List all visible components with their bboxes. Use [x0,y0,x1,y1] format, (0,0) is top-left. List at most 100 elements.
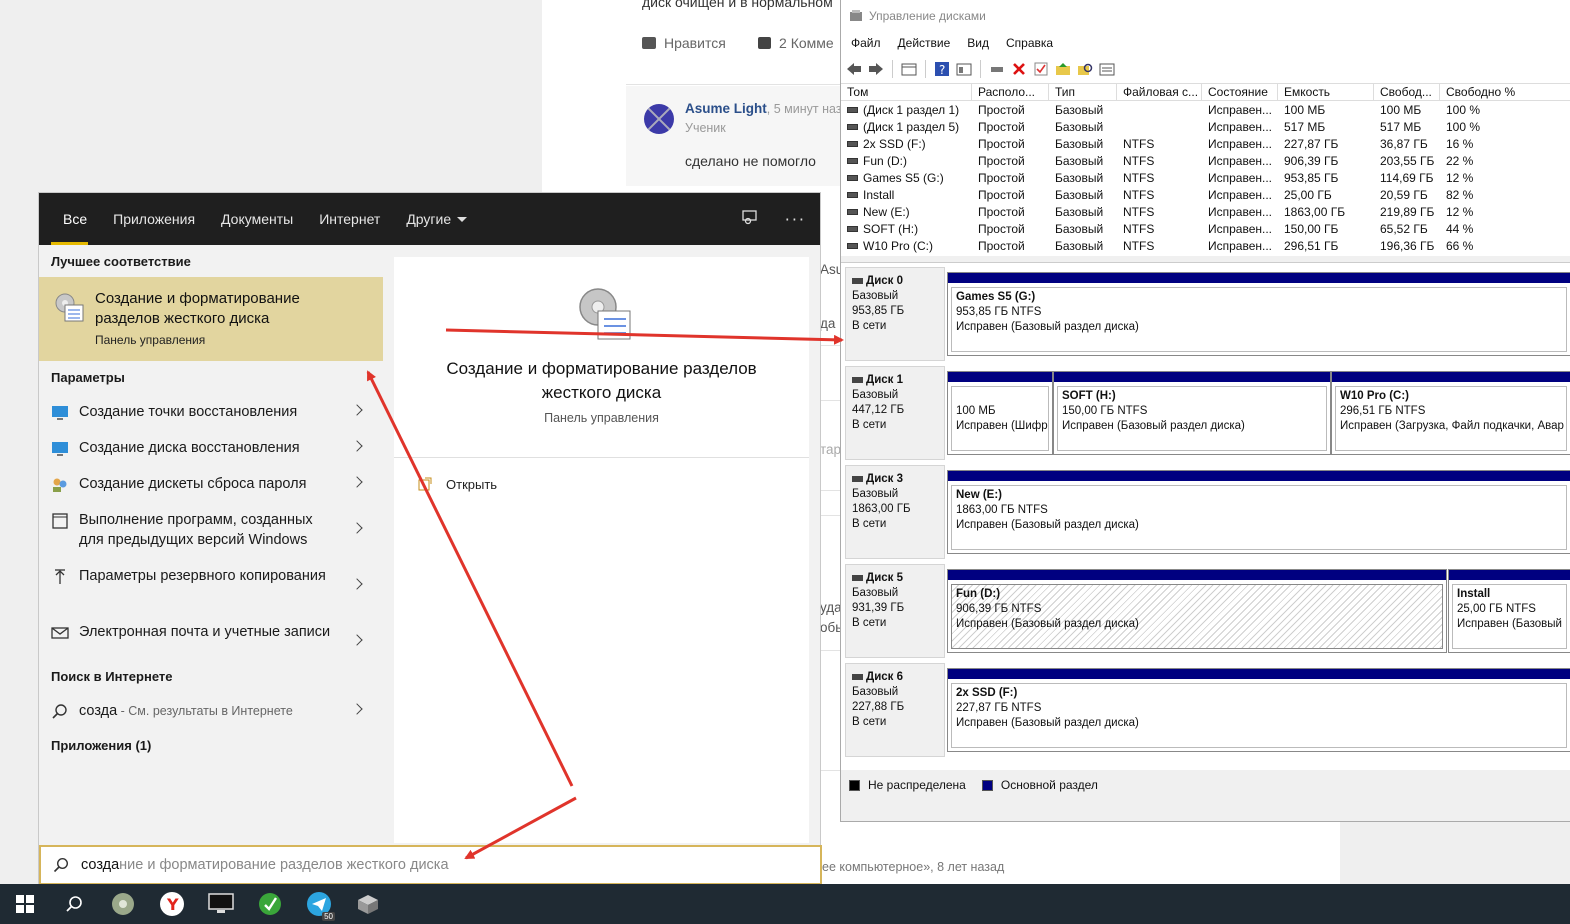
column-header[interactable]: Емкость [1278,84,1374,101]
settings-list-icon[interactable] [1098,60,1116,78]
column-header[interactable]: Файловая с... [1117,84,1202,101]
connect-icon[interactable] [988,60,1006,78]
list-view-icon[interactable] [900,60,918,78]
column-header[interactable]: Располо... [972,84,1049,101]
taskbar-app-disk[interactable] [98,884,147,924]
tab-all[interactable]: Все [39,193,100,245]
disk-label[interactable]: Диск 0 Базовый 953,85 ГБ В сети [845,267,945,361]
disk-row: Диск 1 Базовый 447,12 ГБ В сети 100 МБ Испр… [845,366,1570,460]
table-row[interactable]: 2x SSD (F:) Простой Базовый NTFS Исправен...… [841,136,1570,153]
users-icon [53,478,67,492]
table-row[interactable]: Fun (D:) Простой Базовый NTFS Исправен... 906… [841,153,1570,170]
partition[interactable]: 100 МБ Исправен (Шифр [947,371,1053,455]
table-cell: 16 % [1446,137,1474,151]
comment-text: сделано не помогло [685,153,816,169]
column-header[interactable]: Свободно % [1440,84,1570,101]
partition[interactable]: SOFT (H:) 150,00 ГБ NTFS Исправен (Базовый… [1053,371,1331,455]
settings-item[interactable]: Параметры резервного копирования [39,566,383,606]
legend-swatch [981,779,993,791]
back-icon[interactable] [845,60,863,78]
properties-icon[interactable] [955,60,973,78]
table-row[interactable]: New (E:) Простой Базовый NTFS Исправен... 186… [841,204,1570,221]
open-action[interactable]: Открыть [446,477,497,492]
table-cell: Простой [978,239,1025,253]
check-icon[interactable] [1032,60,1050,78]
search-input[interactable]: создание и форматирование разделов жестк… [81,857,449,873]
apps-heading: Приложения (1) [51,738,152,753]
best-match-title: Создание и форматирование разделов жестк… [95,290,300,327]
column-header[interactable]: Состояние [1202,84,1278,101]
disk-label[interactable]: Диск 6 Базовый 227,88 ГБ В сети [845,663,945,757]
partition[interactable]: 2x SSD (F:) 227,87 ГБ NTFS Исправен (Базов… [947,668,1570,752]
results-list: Лучшее соответствие Создание и форматиро… [39,245,383,845]
feedback-icon[interactable] [741,208,759,230]
more-options-icon[interactable]: ··· [785,210,806,229]
delete-icon[interactable] [1010,60,1028,78]
column-header[interactable]: Свобод... [1374,84,1440,101]
partition[interactable]: Games S5 (G:) 953,85 ГБ NTFS Исправен (Баз… [947,272,1570,356]
table-row[interactable]: W10 Pro (C:) Простой Базовый NTFS Исправен..… [841,238,1570,255]
preview-title: Создание и форматирование разделов жестк… [446,359,757,402]
settings-item[interactable]: Выполнение программ, созданных для преды… [39,510,383,550]
table-row[interactable]: SOFT (H:) Простой Базовый NTFS Исправен... 15… [841,221,1570,238]
disk-row: Диск 5 Базовый 931,39 ГБ В сети Fun (D:) 90… [845,564,1570,658]
avatar[interactable] [644,104,674,134]
taskbar-app-yandex[interactable]: Y [147,884,196,924]
column-header[interactable]: Тип [1049,84,1117,101]
help-icon[interactable]: ? [933,60,951,78]
table-cell: 953,85 ГБ [1284,171,1339,185]
settings-item[interactable]: Создание дискеты сброса пароля [39,474,383,496]
taskbar-search-button[interactable] [49,884,98,924]
tab-other[interactable]: Другие [393,193,480,245]
settings-item[interactable]: Создание точки восстановления [39,402,383,424]
svg-text:Y: Y [166,895,179,914]
menu-help[interactable]: Справка [1006,36,1053,50]
partition[interactable]: Install 25,00 ГБ NTFS Исправен (Базовый [1448,569,1570,653]
taskbar-app-utorrent[interactable] [245,884,294,924]
chevron-right-icon [351,634,363,646]
taskbar-app-telegram[interactable]: 50 [294,884,343,924]
window-titlebar[interactable]: Управление дисками [841,0,1570,32]
table-row[interactable]: (Диск 1 раздел 1) Простой Базовый Исправен.… [841,102,1570,119]
partition-selected[interactable]: Fun (D:) 906,39 ГБ NTFS Исправен (Базовый … [947,569,1447,653]
taskbar-app-remote-desktop[interactable] [196,884,245,924]
taskbar-app-archive[interactable] [343,884,392,924]
folder-up-icon[interactable] [1054,60,1072,78]
toolbar: ? [841,54,1570,84]
table-row[interactable]: (Диск 1 раздел 5) Простой Базовый Исправен.… [841,119,1570,136]
web-search-item[interactable]: созда - См. результаты в Интернете [39,701,383,723]
disk-label[interactable]: Диск 3 Базовый 1863,00 ГБ В сети [845,465,945,559]
monitor-icon [207,893,234,913]
partition[interactable]: New (E:) 1863,00 ГБ NTFS Исправен (Базовый… [947,470,1570,554]
menu-file[interactable]: Файл [851,36,881,50]
find-icon[interactable] [1076,60,1094,78]
partition[interactable]: W10 Pro (C:) 296,51 ГБ NTFS Исправен (Загр… [1331,371,1570,455]
forward-icon[interactable] [867,60,885,78]
chevron-right-icon [351,440,363,452]
table-row[interactable]: Games S5 (G:) Простой Базовый NTFS Исправен.… [841,170,1570,187]
disk-label[interactable]: Диск 1 Базовый 447,12 ГБ В сети [845,366,945,460]
column-header[interactable]: Том [841,84,972,101]
best-match-item[interactable]: Создание и форматирование разделов жестк… [39,277,383,361]
disk-label[interactable]: Диск 5 Базовый 931,39 ГБ В сети [845,564,945,658]
table-cell: Простой [978,205,1025,219]
tab-internet[interactable]: Интернет [306,193,393,245]
settings-item[interactable]: Создание диска восстановления [39,438,383,460]
menu-action[interactable]: Действие [898,36,951,50]
menu-view[interactable]: Вид [967,36,989,50]
tab-apps[interactable]: Приложения [100,193,208,245]
window-title: Управление дисками [869,9,986,23]
table-cell: Fun (D:) [863,154,908,168]
comment-author[interactable]: Asume Light, 5 минут наз [685,101,842,116]
comments-button[interactable]: 2 Комме [758,35,834,51]
like-button[interactable]: Нравится [642,35,726,51]
table-cell: 1863,00 ГБ [1284,205,1346,219]
yandex-browser-icon: Y [159,892,184,916]
table-cell: New (E:) [863,205,910,219]
start-button[interactable] [0,884,49,924]
like-icon [642,37,656,49]
table-row[interactable]: Install Простой Базовый NTFS Исправен... 25,0… [841,187,1570,204]
search-box[interactable]: создание и форматирование разделов жестк… [39,845,822,885]
tab-documents[interactable]: Документы [208,193,306,245]
settings-item[interactable]: Электронная почта и учетные записи [39,622,383,662]
